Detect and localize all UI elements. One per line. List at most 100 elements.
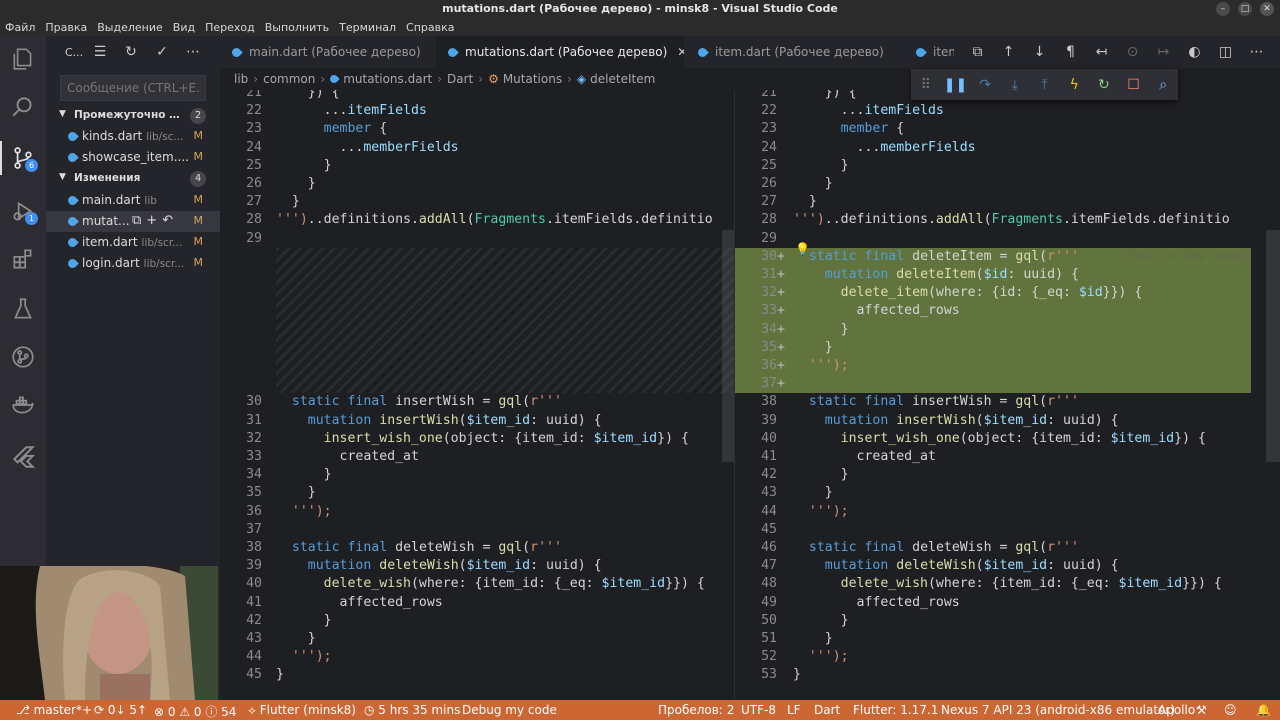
close-tab-icon[interactable]: ✕ (677, 45, 684, 59)
code-line[interactable]: 34 } (220, 466, 734, 484)
breadcrumb-item[interactable]: Mutations (503, 72, 562, 86)
tree-view-icon[interactable]: ☰ (92, 44, 108, 60)
code-line[interactable]: 35 } (220, 484, 734, 502)
explorer-icon[interactable] (0, 36, 46, 82)
code-line[interactable]: 37 + (735, 375, 1251, 394)
changes-group[interactable]: ▼ Изменения 4 (46, 169, 220, 189)
split-editor-icon[interactable]: ◫ (1210, 44, 1241, 60)
diff-editor-original[interactable]: 21 }) {22 ...itemFields 23 member {24 ...… (220, 90, 734, 700)
dot-circle-icon[interactable]: ⊙ (1117, 44, 1148, 60)
code-line[interactable]: 29 (220, 230, 734, 248)
next-change-icon[interactable]: ↓ (1024, 44, 1055, 60)
diff-editor-modified[interactable]: 21 }) {22 ...itemFields 23 member {24 ...… (734, 90, 1280, 700)
menu-run[interactable]: Выполнить (265, 21, 329, 34)
code-line[interactable]: 30 + static final deleteItem = gql(r''' Y… (735, 247, 1251, 266)
code-line[interactable]: 38 static final insertWish = gql(r''' (735, 393, 1280, 411)
code-line[interactable]: 48 delete_wish(where: {item_id: {_eq: $i… (735, 575, 1280, 593)
code-line[interactable]: 23 member { (735, 120, 1280, 138)
code-line[interactable]: 21 }) { (220, 90, 734, 102)
notifications-icon[interactable]: 🔔 (1256, 703, 1271, 717)
go-back-icon[interactable]: ↤ (1086, 44, 1117, 60)
eol-indicator[interactable]: LF (787, 703, 801, 717)
sync-indicator[interactable]: ⟳ 0↓ 5↑ (94, 703, 147, 717)
list-item[interactable]: item.dart lib/scr... M (46, 232, 220, 253)
indentation-indicator[interactable]: Пробелов: 2 (658, 703, 734, 717)
code-line[interactable]: 51 } (735, 630, 1280, 648)
search-icon[interactable] (0, 84, 46, 130)
code-line[interactable]: 23 member { (220, 120, 734, 138)
step-over-icon[interactable]: ↷ (970, 77, 1000, 93)
code-line[interactable]: 45 (735, 521, 1280, 539)
staged-changes-group[interactable]: ▼ Промежуточно со... 2 (46, 106, 220, 126)
extensions-icon[interactable] (0, 236, 46, 282)
show-whitespace-icon[interactable]: ¶ (1055, 44, 1086, 60)
code-line[interactable]: 30 static final insertWish = gql(r''' (220, 393, 734, 411)
code-line[interactable]: 40 insert_wish_one(object: {item_id: $it… (735, 430, 1280, 448)
code-line[interactable]: 37 (220, 521, 734, 539)
commit-message-input[interactable] (60, 75, 206, 101)
code-line[interactable]: 41 affected_rows (220, 594, 734, 612)
code-line[interactable]: 52 '''); (735, 648, 1280, 666)
scrollbar-thumb[interactable] (1266, 230, 1280, 462)
drag-handle-icon[interactable]: ⠿ (911, 77, 941, 93)
code-line[interactable]: 22 ...itemFields (735, 102, 1280, 120)
code-line[interactable]: 40 delete_wish(where: {item_id: {_eq: $i… (220, 575, 734, 593)
code-line[interactable]: 31 mutation insertWish($item_id: uuid) { (220, 412, 734, 430)
code-line[interactable]: 25 } (735, 157, 1280, 175)
refresh-icon[interactable]: ↻ (123, 44, 139, 60)
code-line[interactable]: 39 mutation deleteWish($item_id: uuid) { (220, 557, 734, 575)
more-actions-icon[interactable]: ⋯ (185, 44, 201, 60)
menu-view[interactable]: Вид (173, 21, 195, 34)
lightbulb-icon[interactable]: 💡 (795, 242, 810, 256)
code-line[interactable]: 46 static final deleteWish = gql(r''' (735, 539, 1280, 557)
commit-check-icon[interactable]: ✓ (154, 44, 170, 60)
code-line[interactable]: 42 } (220, 612, 734, 630)
stage-plus-icon[interactable]: + (146, 213, 157, 228)
device-indicator[interactable]: Nexus 7 API 23 (android-x86 emulator) (941, 703, 1175, 717)
problems-indicator[interactable]: ⊗ 0 ⚠ 0 ⓘ 54 (154, 703, 236, 720)
code-line[interactable]: 44 '''); (735, 503, 1280, 521)
flutter-icon[interactable] (0, 434, 46, 480)
close-window-icon[interactable]: ✕ (1260, 2, 1274, 16)
code-line[interactable]: 41 created_at (735, 448, 1280, 466)
code-line[interactable]: 26 } (735, 175, 1280, 193)
step-into-icon[interactable]: ⤓ (1000, 77, 1030, 93)
tools-icon[interactable]: ⚒ (1196, 703, 1207, 717)
pause-icon[interactable]: ❚❚ (941, 77, 971, 93)
code-line[interactable]: 22 ...itemFields (220, 102, 734, 120)
wakatime-indicator[interactable]: ◷ 5 hrs 35 mins (364, 703, 460, 717)
code-line[interactable]: 42 } (735, 466, 1280, 484)
breadcrumb-item[interactable]: common (263, 72, 315, 86)
step-out-icon[interactable]: ⤒ (1030, 77, 1060, 93)
code-line[interactable]: 45} (220, 666, 734, 684)
restart-icon[interactable]: ↻ (1089, 77, 1119, 93)
code-line[interactable]: 25 } (220, 157, 734, 175)
menu-go[interactable]: Переход (205, 21, 255, 34)
menu-selection[interactable]: Выделение (97, 21, 163, 34)
code-line[interactable]: 34 + } (735, 320, 1251, 339)
git-lens-icon[interactable]: ◐ (1179, 44, 1210, 60)
code-line[interactable]: 50 } (735, 612, 1280, 630)
maximize-icon[interactable]: □ (1238, 2, 1252, 16)
flutter-project-indicator[interactable]: ⟡ Flutter (minsk8) (248, 703, 356, 718)
code-line[interactable]: 44 '''); (220, 648, 734, 666)
code-line[interactable]: 24 ...memberFields (735, 139, 1280, 157)
list-item[interactable]: kinds.dart lib/sc... M (46, 126, 220, 147)
tab-main-dart[interactable]: main.dart (Рабочее дерево) (220, 36, 434, 68)
breadcrumb-item[interactable]: Dart (447, 72, 473, 86)
code-line[interactable]: 43 } (735, 484, 1280, 502)
apollo-indicator[interactable]: Apollo (1158, 703, 1195, 717)
source-control-icon[interactable]: 6 (0, 135, 46, 181)
code-line[interactable]: 31 + mutation deleteItem($id: uuid) { (735, 266, 1251, 285)
list-item[interactable]: showcase_item.... M (46, 147, 220, 168)
git-graph-icon[interactable] (0, 334, 46, 380)
debug-mode-indicator[interactable]: Debug my code (462, 703, 557, 717)
discard-icon[interactable]: ↶ (162, 213, 173, 228)
menu-help[interactable]: Справка (406, 21, 454, 34)
inspect-widget-icon[interactable]: ⌕ (1148, 77, 1178, 93)
tab-mutations-dart[interactable]: mutations.dart (Рабочее дерево) ✕ (436, 36, 684, 68)
code-line[interactable]: 49 affected_rows (735, 594, 1280, 612)
more-actions-icon[interactable]: ⋯ (1241, 44, 1272, 60)
code-line[interactable]: 38 static final deleteWish = gql(r''' (220, 539, 734, 557)
code-line[interactable]: 36 '''); (220, 503, 734, 521)
